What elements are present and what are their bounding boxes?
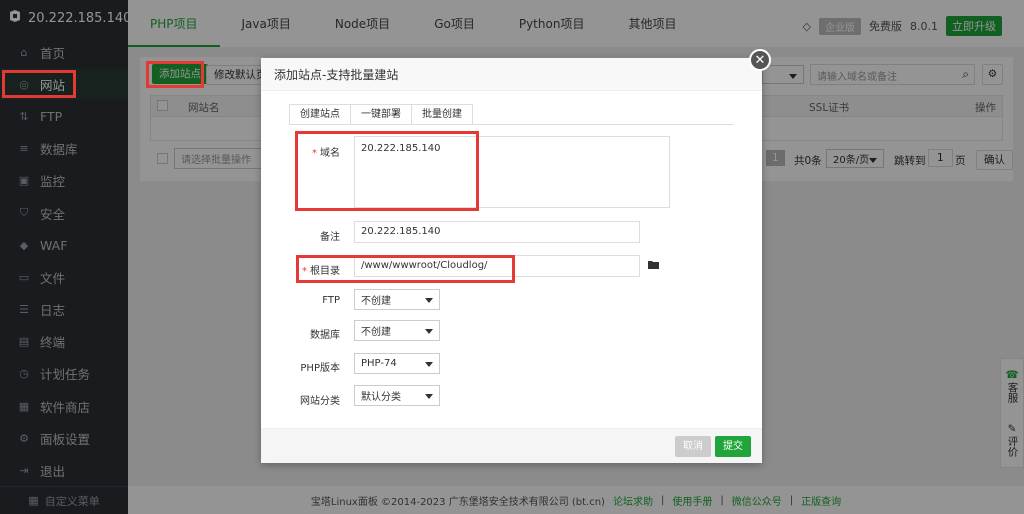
- site-category-value: 默认分类: [361, 392, 401, 403]
- php-version-select[interactable]: PHP-74: [354, 353, 440, 374]
- dialog-tabs: 创建站点 一键部署 批量创建: [289, 104, 473, 125]
- remark-input[interactable]: 20.222.185.140: [354, 221, 640, 243]
- tab-batch-create[interactable]: 批量创建: [411, 104, 473, 125]
- dialog-footer: 取消 提交: [261, 428, 762, 463]
- site-category-select[interactable]: 默认分类: [354, 385, 440, 406]
- database-label: 数据库: [310, 330, 340, 341]
- dialog-title: 添加站点-支持批量建站: [261, 58, 762, 91]
- php-version-value: PHP-74: [361, 358, 397, 369]
- cancel-button[interactable]: 取消: [675, 436, 711, 457]
- database-select[interactable]: 不创建: [354, 320, 440, 341]
- close-icon[interactable]: ✕: [749, 49, 771, 71]
- domain-label: * 域名: [312, 148, 340, 159]
- database-value: 不创建: [361, 327, 391, 338]
- root-dir-input[interactable]: /www/wwwroot/Cloudlog/: [354, 255, 640, 277]
- site-category-label: 网站分类: [300, 396, 340, 407]
- ftp-value: 不创建: [361, 296, 391, 307]
- tab-create-site[interactable]: 创建站点: [289, 104, 351, 125]
- submit-button[interactable]: 提交: [715, 436, 751, 457]
- ftp-select[interactable]: 不创建: [354, 289, 440, 310]
- root-dir-label: * 根目录: [302, 266, 340, 277]
- tab-divider: [289, 124, 734, 125]
- add-site-dialog: 添加站点-支持批量建站 ✕ 创建站点 一键部署 批量创建 * 域名 20.222.…: [261, 49, 771, 463]
- php-version-label: PHP版本: [300, 363, 340, 374]
- tab-one-click-deploy[interactable]: 一键部署: [350, 104, 412, 125]
- folder-open-icon[interactable]: [648, 260, 660, 273]
- domain-textarea[interactable]: 20.222.185.140: [354, 136, 670, 208]
- remark-label: 备注: [320, 232, 340, 243]
- ftp-label: FTP: [322, 295, 340, 306]
